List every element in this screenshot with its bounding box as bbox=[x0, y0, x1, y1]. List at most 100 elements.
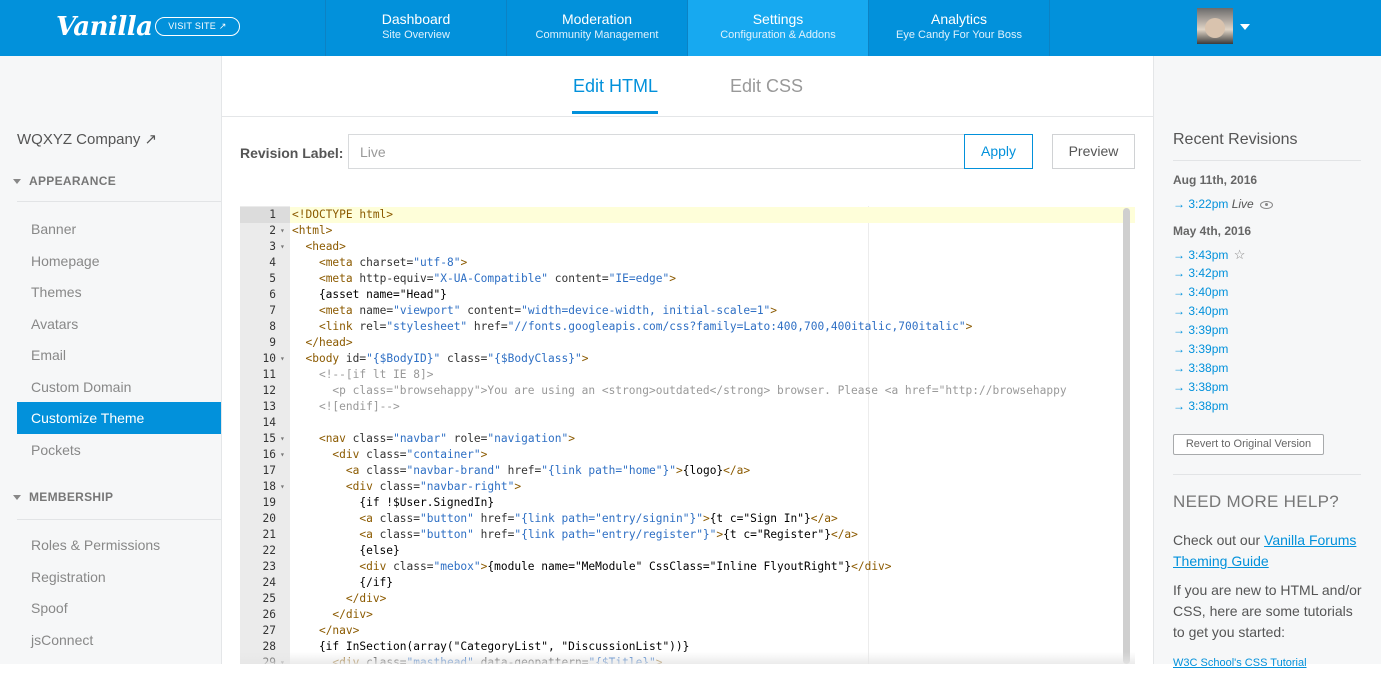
code-line[interactable]: 10 ▾ <body id="{$BodyID}" class="{$BodyCl… bbox=[240, 351, 1135, 367]
code-line[interactable]: 9 </head> bbox=[240, 335, 1135, 351]
sidebar-item-jsconnect[interactable]: jsConnect bbox=[17, 624, 221, 656]
caret-down-icon[interactable] bbox=[1240, 24, 1250, 30]
sidebar-item-avatars[interactable]: Avatars bbox=[17, 308, 221, 340]
revision-link[interactable]: → 3:22pm Live bbox=[1173, 197, 1274, 211]
sidebar-item-homepage[interactable]: Homepage bbox=[17, 245, 221, 277]
code-line[interactable]: 21 <a class="button" href="{link path="e… bbox=[240, 527, 1135, 543]
code-line[interactable]: 7 <meta name="viewport" content="width=d… bbox=[240, 303, 1135, 319]
line-number: 24 bbox=[262, 576, 276, 589]
code-line[interactable]: 20 <a class="button" href="{link path="e… bbox=[240, 511, 1135, 527]
revision-link[interactable]: → 3:42pm bbox=[1173, 266, 1228, 280]
preview-button[interactable]: Preview bbox=[1052, 134, 1135, 169]
nav-subtitle: Eye Candy For Your Boss bbox=[896, 29, 1022, 41]
tab-edit-html[interactable]: Edit HTML bbox=[573, 76, 658, 97]
divider bbox=[1173, 474, 1361, 475]
section-label: APPEARANCE bbox=[29, 174, 117, 188]
tab-edit-css[interactable]: Edit CSS bbox=[730, 76, 803, 97]
sidebar-item-email[interactable]: Email bbox=[17, 339, 221, 371]
help-paragraph: Check out our Vanilla Forums Theming Gui… bbox=[1173, 530, 1368, 572]
star-icon[interactable]: ☆ bbox=[1234, 247, 1246, 262]
fold-toggle-icon[interactable]: ▾ bbox=[280, 351, 285, 367]
sidebar-item-spoof[interactable]: Spoof bbox=[17, 592, 221, 624]
vanilla-logo[interactable]: Vanilla bbox=[56, 12, 153, 42]
nav-moderation[interactable]: Moderation Community Management bbox=[506, 0, 687, 56]
sidebar-item-registration[interactable]: Registration bbox=[17, 561, 221, 593]
fold-toggle-icon[interactable]: ▾ bbox=[280, 447, 285, 463]
sidebar-item-roles-permissions[interactable]: Roles & Permissions bbox=[17, 529, 221, 561]
code-line[interactable]: 5 <meta http-equiv="X-UA-Compatible" con… bbox=[240, 271, 1135, 287]
nav-title: Dashboard bbox=[381, 11, 451, 27]
code-line[interactable]: 22 {else} bbox=[240, 543, 1135, 559]
top-bar: Vanilla VISIT SITE ↗ Dashboard Site Over… bbox=[0, 0, 1381, 56]
revision-link[interactable]: → 3:40pm bbox=[1173, 304, 1228, 318]
revision-link[interactable]: → 3:38pm bbox=[1173, 399, 1228, 413]
revision-link[interactable]: → 3:38pm bbox=[1173, 361, 1228, 375]
code-line[interactable]: 6 {asset name="Head"} bbox=[240, 287, 1135, 303]
fold-toggle-icon[interactable]: ▾ bbox=[280, 479, 285, 495]
code-text: <meta name="viewport" content="width=dev… bbox=[318, 304, 778, 317]
nav-settings[interactable]: Settings Configuration & Addons bbox=[687, 0, 868, 56]
code-line[interactable]: 13 <![endif]--> bbox=[240, 399, 1135, 415]
sidebar-item-themes[interactable]: Themes bbox=[17, 276, 221, 308]
css-tutorial-link[interactable]: W3C School's CSS Tutorial bbox=[1173, 657, 1307, 669]
line-number: 11 bbox=[262, 368, 276, 381]
code-line[interactable]: 8 <link rel="stylesheet" href="//fonts.g… bbox=[240, 319, 1135, 335]
nav-title: Moderation bbox=[561, 11, 633, 27]
sidebar-item-custom-domain[interactable]: Custom Domain bbox=[17, 371, 221, 403]
apply-button[interactable]: Apply bbox=[964, 134, 1033, 169]
code-line[interactable]: 16 ▾ <div class="container"> bbox=[240, 447, 1135, 463]
code-text: <!--[if lt IE 8]> bbox=[318, 368, 434, 381]
nav-dashboard[interactable]: Dashboard Site Overview bbox=[325, 0, 506, 56]
line-number: 19 bbox=[262, 496, 276, 509]
code-text: </head> bbox=[305, 336, 353, 349]
revert-button[interactable]: Revert to Original Version bbox=[1173, 434, 1324, 455]
code-line[interactable]: 27 </nav> bbox=[240, 623, 1135, 639]
editor-tabs: Edit HTML Edit CSS bbox=[222, 56, 1153, 117]
main-nav: Dashboard Site Overview Moderation Commu… bbox=[325, 0, 1049, 56]
company-link[interactable]: WQXYZ Company ↗ bbox=[17, 130, 157, 148]
visit-site-button[interactable]: VISIT SITE ↗ bbox=[155, 17, 240, 36]
code-line[interactable]: 3 ▾ <head> bbox=[240, 239, 1135, 255]
revision-link[interactable]: → 3:40pm bbox=[1173, 285, 1228, 299]
fold-toggle-icon[interactable]: ▾ bbox=[280, 431, 285, 447]
section-membership[interactable]: MEMBERSHIP bbox=[13, 490, 113, 504]
fold-toggle-icon[interactable]: ▾ bbox=[280, 223, 285, 239]
code-line[interactable]: 14 bbox=[240, 415, 1135, 431]
revision-link[interactable]: → 3:39pm bbox=[1173, 342, 1228, 356]
code-line[interactable]: 2 ▾ <html> bbox=[240, 223, 1135, 239]
code-line[interactable]: 24 {/if} bbox=[240, 575, 1135, 591]
line-number: 20 bbox=[262, 512, 276, 525]
nav-title: Settings bbox=[752, 11, 804, 27]
code-line[interactable]: 15 ▾ <nav class="navbar" role="navigation… bbox=[240, 431, 1135, 447]
fold-toggle-icon[interactable]: ▾ bbox=[280, 239, 285, 255]
revision-link[interactable]: → 3:43pm ☆ bbox=[1173, 247, 1245, 263]
code-line[interactable]: 12 <p class="browsehappy">You are using … bbox=[240, 383, 1135, 399]
nav-analytics[interactable]: Analytics Eye Candy For Your Boss bbox=[868, 0, 1049, 56]
sidebar-item-customize-theme[interactable]: Customize Theme bbox=[17, 402, 221, 434]
revision-link[interactable]: → 3:39pm bbox=[1173, 323, 1228, 337]
code-line[interactable]: 25 </div> bbox=[240, 591, 1135, 607]
code-text: <body id="{$BodyID}" class="{$BodyClass}… bbox=[305, 352, 589, 365]
revision-label-input[interactable] bbox=[348, 134, 965, 169]
section-appearance[interactable]: APPEARANCE bbox=[13, 174, 116, 188]
code-text: {if !$User.SignedIn} bbox=[292, 496, 495, 509]
sidebar-item-pockets[interactable]: Pockets bbox=[17, 434, 221, 466]
code-line[interactable]: 19 {if !$User.SignedIn} bbox=[240, 495, 1135, 511]
code-line[interactable]: 4 <meta charset="utf-8"> bbox=[240, 255, 1135, 271]
sidebar-item-banner[interactable]: Banner bbox=[17, 213, 221, 245]
revision-link[interactable]: → 3:38pm bbox=[1173, 380, 1228, 394]
code-line[interactable]: 1 <!DOCTYPE html> bbox=[240, 207, 1135, 223]
code-editor[interactable]: 1 <!DOCTYPE html> 2 ▾ <html> 3 ▾ <head> 4 <meta… bbox=[240, 206, 1135, 664]
eye-icon[interactable] bbox=[1260, 200, 1274, 209]
code-text: </nav> bbox=[318, 624, 360, 637]
code-line[interactable]: 26 </div> bbox=[240, 607, 1135, 623]
code-line[interactable]: 18 ▾ <div class="navbar-right"> bbox=[240, 479, 1135, 495]
code-text: <p class="browsehappy">You are using an … bbox=[292, 384, 1067, 397]
code-line[interactable]: 11 <!--[if lt IE 8]> bbox=[240, 367, 1135, 383]
code-line[interactable]: 23 <div class="mebox">{module name="MeMo… bbox=[240, 559, 1135, 575]
user-avatar[interactable] bbox=[1197, 8, 1233, 44]
editor-scrollbar[interactable] bbox=[1123, 208, 1130, 664]
line-number: 8 bbox=[269, 320, 276, 333]
code-line[interactable]: 17 <a class="navbar-brand" href="{link p… bbox=[240, 463, 1135, 479]
right-sidebar: Recent Revisions Aug 11th, 2016 → 3:22pm… bbox=[1153, 56, 1381, 669]
